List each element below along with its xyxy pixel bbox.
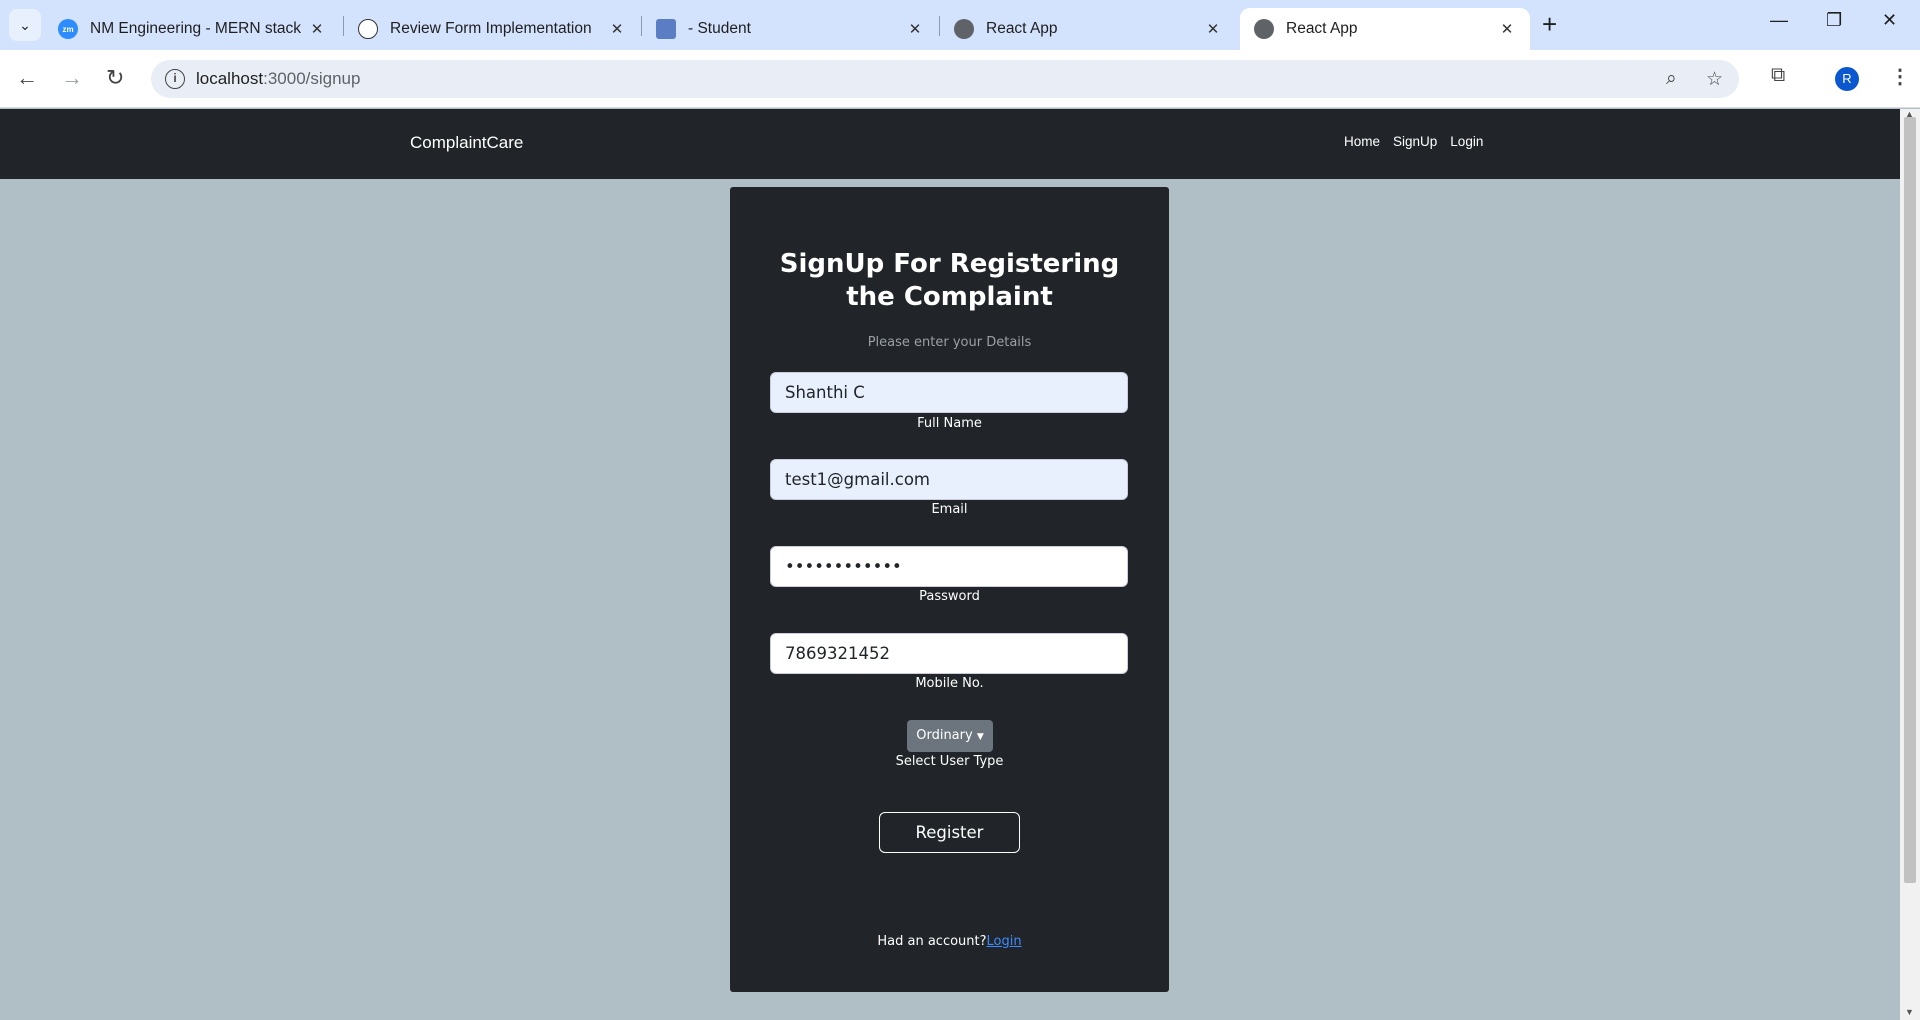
minimize-icon[interactable]: —: [1770, 10, 1788, 31]
mobile-label: Mobile No.: [915, 676, 984, 691]
tab-react-app[interactable]: React App ✕: [940, 8, 1236, 50]
password-label: Password: [919, 589, 980, 604]
user-type-selected: Ordinary: [916, 728, 973, 743]
nav-link-home[interactable]: Home: [1344, 134, 1380, 149]
zoom-icon: zm: [58, 19, 78, 39]
form-subtitle: Please enter your Details: [867, 335, 1032, 350]
mobile-input[interactable]: 7869321452: [770, 633, 1128, 674]
zoom-magnifier-icon[interactable]: ⌕: [1666, 68, 1677, 90]
site-navbar: ComplaintCare Home SignUp Login: [0, 109, 1900, 179]
tab-student[interactable]: - Student ✕: [642, 8, 938, 50]
tab-search-button[interactable]: ⌄: [9, 9, 41, 41]
email-input[interactable]: test1@gmail.com: [770, 459, 1128, 500]
tab-review-form[interactable]: Review Form Implementation ✕: [344, 8, 640, 50]
login-prompt-text: Had an account?: [877, 934, 987, 949]
user-type-label: Select User Type: [895, 754, 1004, 769]
address-bar[interactable]: i localhost:3000/signup ⌕ ☆: [151, 60, 1739, 98]
brand-logo[interactable]: ComplaintCare: [410, 133, 523, 153]
register-button[interactable]: Register: [879, 812, 1020, 853]
browser-tabstrip: ⌄ zm NM Engineering - MERN stack ✕ Revie…: [0, 0, 1920, 50]
email-label: Email: [931, 502, 968, 517]
signup-card: SignUp For Registering the Complaint Ple…: [730, 187, 1169, 992]
close-window-icon[interactable]: ✕: [1882, 10, 1897, 31]
password-input[interactable]: ••••••••••••: [770, 546, 1128, 587]
tab-react-app-active[interactable]: React App ✕: [1240, 8, 1530, 50]
url-text[interactable]: localhost:3000/signup: [196, 69, 360, 89]
tab-close-icon[interactable]: ✕: [308, 20, 326, 38]
menu-kebab-icon[interactable]: ⋮: [1890, 64, 1910, 89]
full-name-label: Full Name: [917, 416, 982, 431]
globe-icon: [1254, 19, 1274, 39]
new-tab-button[interactable]: +: [1542, 11, 1557, 37]
tab-close-icon[interactable]: ✕: [608, 20, 626, 38]
nav-link-login[interactable]: Login: [1450, 134, 1483, 149]
extensions-icon[interactable]: ⧉: [1771, 64, 1785, 87]
tab-nm-engineering[interactable]: zm NM Engineering - MERN stack ✕: [44, 8, 340, 50]
bookmark-star-icon[interactable]: ☆: [1706, 68, 1723, 91]
restore-icon[interactable]: ❐: [1826, 10, 1842, 31]
browser-toolbar: ← → ↻ i localhost:3000/signup ⌕ ☆ ⧉ ⋮: [0, 50, 1920, 108]
scroll-thumb[interactable]: [1904, 117, 1916, 883]
nav-link-signup[interactable]: SignUp: [1393, 134, 1437, 149]
chatgpt-icon: [358, 19, 378, 39]
nav-links: Home SignUp Login: [1344, 134, 1483, 149]
scroll-down-icon[interactable]: ▼: [1905, 1007, 1914, 1017]
user-type-dropdown[interactable]: Ordinary ▼: [907, 720, 993, 752]
tab-close-icon[interactable]: ✕: [906, 20, 924, 38]
profile-avatar[interactable]: R: [1835, 67, 1859, 91]
site-info-icon[interactable]: i: [165, 69, 185, 89]
student-icon: [656, 19, 676, 39]
page-title: SignUp For Registering the Complaint: [779, 249, 1120, 312]
forward-icon[interactable]: →: [61, 66, 83, 90]
page-scrollbar[interactable]: ▲ ▼: [1900, 109, 1920, 1020]
globe-icon: [954, 19, 974, 39]
reload-icon[interactable]: ↻: [106, 66, 124, 90]
tab-close-icon[interactable]: ✕: [1498, 20, 1516, 38]
tab-close-icon[interactable]: ✕: [1204, 20, 1222, 38]
caret-down-icon: ▼: [976, 732, 984, 742]
login-prompt: Had an account?Login: [730, 934, 1169, 949]
login-link[interactable]: Login: [987, 934, 1022, 949]
back-icon[interactable]: ←: [16, 66, 38, 90]
full-name-input[interactable]: Shanthi C: [770, 372, 1128, 413]
